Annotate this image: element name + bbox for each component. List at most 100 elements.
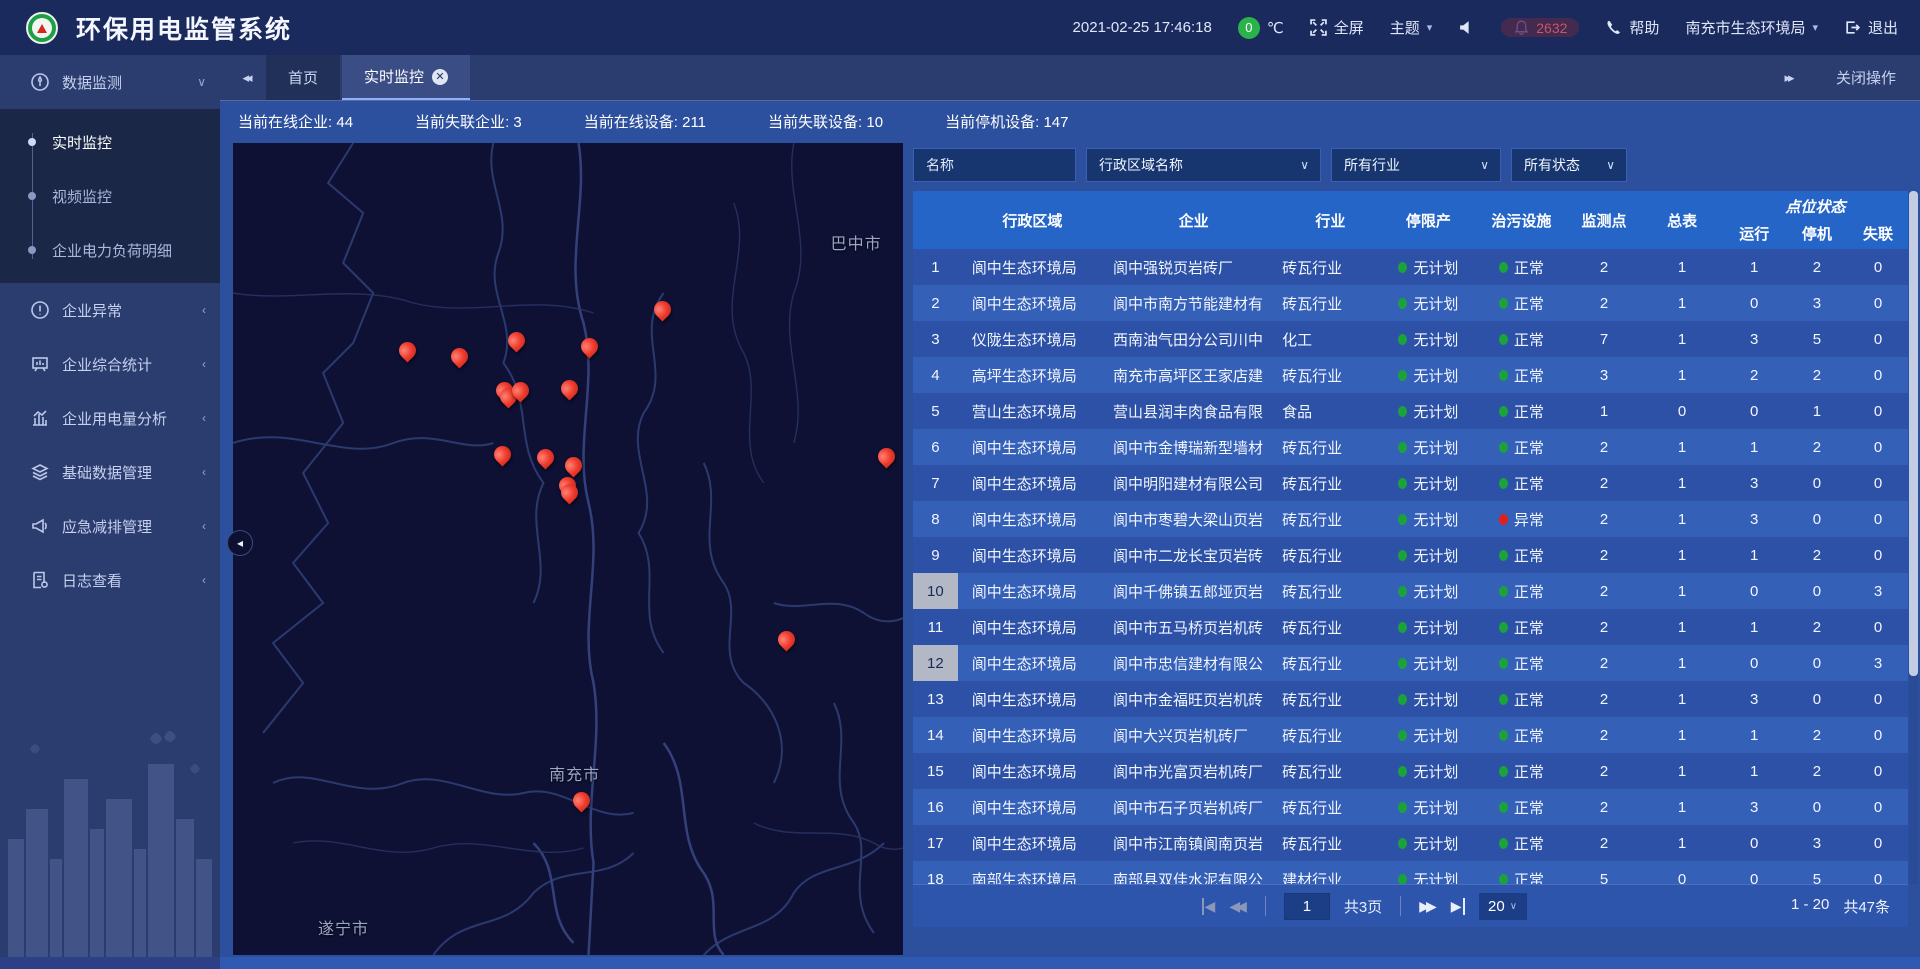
status-dot — [1398, 730, 1407, 741]
sidebar-item-enterprise-statistics[interactable]: 企业综合统计 ‹ — [0, 337, 220, 391]
row-monitor: 7 — [1567, 321, 1642, 357]
row-company: 阆中市二龙长宝页岩砖 — [1107, 537, 1280, 573]
table-row[interactable]: 11 阆中生态环境局 阆中市五马桥页岩机砖 砖瓦行业 无计划 正常 2 1 1 … — [913, 609, 1908, 645]
sidebar-item-enterprise-abnormal[interactable]: 企业异常 ‹ — [0, 283, 220, 337]
row-company: 阆中强锐页岩砖厂 — [1107, 249, 1280, 285]
table-scrollbar[interactable] — [1909, 191, 1918, 884]
status-dot — [1398, 478, 1407, 489]
first-page-button[interactable]: ◀ — [1202, 898, 1216, 915]
col-facility: 治污设施 — [1476, 191, 1567, 249]
row-total: 1 — [1641, 573, 1723, 609]
sidebar-item-video-monitoring[interactable]: 视频监控 — [0, 169, 220, 223]
table-row[interactable]: 6 阆中生态环境局 阆中市金博瑞新型墙材 砖瓦行业 无计划 正常 2 1 1 2… — [913, 429, 1908, 465]
name-filter-input[interactable] — [913, 148, 1076, 182]
table-row[interactable]: 4 高坪生态环境局 南充市高坪区王家店建 砖瓦行业 无计划 正常 3 1 2 2… — [913, 357, 1908, 393]
row-monitor: 2 — [1567, 465, 1642, 501]
chevron-left-icon: ‹ — [202, 465, 206, 479]
next-page-button[interactable]: ▶▶ — [1419, 898, 1437, 915]
sidebar-item-log-view[interactable]: 日志查看 ‹ — [0, 553, 220, 607]
chevron-left-icon: ‹ — [202, 519, 206, 533]
tab-home[interactable]: 首页 — [266, 55, 340, 100]
row-stop-limit: 无计划 — [1381, 645, 1477, 681]
sidebar-item-electricity-analysis[interactable]: 企业用电量分析 ‹ — [0, 391, 220, 445]
table-row[interactable]: 15 阆中生态环境局 阆中市光富页岩机砖厂 砖瓦行业 无计划 正常 2 1 1 … — [913, 753, 1908, 789]
status-dot — [1398, 442, 1407, 453]
table-row[interactable]: 9 阆中生态环境局 阆中市二龙长宝页岩砖 砖瓦行业 无计划 正常 2 1 1 2… — [913, 537, 1908, 573]
table-row[interactable]: 7 阆中生态环境局 阆中明阳建材有限公司 砖瓦行业 无计划 正常 2 1 3 0… — [913, 465, 1908, 501]
row-region: 阆中生态环境局 — [958, 609, 1107, 645]
map-city-label: 巴中市 — [831, 230, 882, 254]
status-dot — [1499, 730, 1508, 741]
row-index: 16 — [913, 789, 958, 825]
status-filter-select[interactable]: 所有状态 — [1511, 148, 1627, 182]
table-row[interactable]: 16 阆中生态环境局 阆中市石子页岩机砖厂 砖瓦行业 无计划 正常 2 1 3 … — [913, 789, 1908, 825]
theme-dropdown[interactable]: 主题▾ — [1390, 17, 1433, 38]
table-row[interactable]: 2 阆中生态环境局 阆中市南方节能建材有 砖瓦行业 无计划 正常 2 1 0 3… — [913, 285, 1908, 321]
row-index: 11 — [913, 609, 958, 645]
sidebar-item-basic-data[interactable]: 基础数据管理 ‹ — [0, 445, 220, 499]
col-run: 运行 — [1723, 218, 1786, 249]
row-run: 3 — [1723, 681, 1786, 717]
status-offline-devices: 当前失联设备: 10 — [768, 111, 883, 132]
prev-page-button[interactable]: ◀◀ — [1229, 898, 1247, 915]
logout-button[interactable]: 退出 — [1844, 17, 1898, 38]
region-filter-select[interactable]: 行政区域名称 — [1086, 148, 1321, 182]
page-number-input[interactable]: 1 — [1284, 893, 1330, 920]
bottom-scrollbar[interactable] — [220, 957, 1920, 969]
tabs-scroll-right-button[interactable]: ▸▸ — [1768, 70, 1808, 86]
stats-board-icon — [30, 354, 50, 374]
last-page-button[interactable]: ▶ — [1451, 898, 1465, 915]
row-stop-limit: 无计划 — [1381, 573, 1477, 609]
row-stop-limit: 无计划 — [1381, 357, 1477, 393]
row-index: 6 — [913, 429, 958, 465]
row-region: 阆中生态环境局 — [958, 789, 1107, 825]
table-row[interactable]: 13 阆中生态环境局 阆中市金福旺页岩机砖 砖瓦行业 无计划 正常 2 1 3 … — [913, 681, 1908, 717]
sidebar-item-emergency-reduction[interactable]: 应急减排管理 ‹ — [0, 499, 220, 553]
table-row[interactable]: 12 阆中生态环境局 阆中市忠信建材有限公 砖瓦行业 无计划 正常 2 1 0 … — [913, 645, 1908, 681]
scrollbar-thumb[interactable] — [1909, 191, 1918, 676]
tab-bar: ◂◂ 首页 实时监控 ✕ ▸▸ 关闭操作 — [220, 55, 1920, 101]
row-total: 1 — [1641, 321, 1723, 357]
caret-down-icon: ▾ — [1427, 21, 1433, 34]
table-row[interactable]: 10 阆中生态环境局 阆中千佛镇五郎垭页岩 砖瓦行业 无计划 正常 2 1 0 … — [913, 573, 1908, 609]
status-bar: 当前在线企业: 44 当前失联企业: 3 当前在线设备: 211 当前失联设备:… — [220, 101, 1920, 141]
row-lost: 0 — [1848, 717, 1908, 753]
row-facility: 正常 — [1476, 573, 1567, 609]
table-row[interactable]: 5 营山生态环境局 营山县润丰肉食品有限 食品 无计划 正常 1 0 0 1 0 — [913, 393, 1908, 429]
chevron-left-icon: ‹ — [202, 411, 206, 425]
table-row[interactable]: 17 阆中生态环境局 阆中市江南镇阆南页岩 砖瓦行业 无计划 正常 2 1 0 … — [913, 825, 1908, 861]
row-industry: 砖瓦行业 — [1280, 717, 1380, 753]
row-company: 阆中市光富页岩机砖厂 — [1107, 753, 1280, 789]
status-dot — [1499, 514, 1508, 525]
fullscreen-button[interactable]: 全屏 — [1310, 17, 1364, 38]
map-panel[interactable]: ◂ 巴中市南充市遂宁市 — [233, 143, 903, 955]
page-size-select[interactable]: 20∨ — [1479, 893, 1527, 920]
row-company: 阆中千佛镇五郎垭页岩 — [1107, 573, 1280, 609]
sound-button[interactable] — [1458, 19, 1475, 36]
table-row[interactable]: 1 阆中生态环境局 阆中强锐页岩砖厂 砖瓦行业 无计划 正常 2 1 1 2 0 — [913, 249, 1908, 285]
status-dot — [1398, 694, 1407, 705]
sidebar-submenu: 实时监控 视频监控 企业电力负荷明细 — [0, 109, 220, 283]
close-operations-button[interactable]: 关闭操作 — [1836, 67, 1896, 88]
status-stopped-devices: 当前停机设备: 147 — [945, 111, 1068, 132]
industry-filter-select[interactable]: 所有行业 — [1331, 148, 1501, 182]
total-pages-label: 共3页 — [1344, 896, 1382, 917]
tab-realtime-monitoring[interactable]: 实时监控 ✕ — [342, 55, 470, 100]
help-button[interactable]: 帮助 — [1605, 17, 1659, 38]
sidebar-item-data-monitoring[interactable]: 数据监测 ∨ — [0, 55, 220, 109]
notification-badge[interactable]: 2632 — [1501, 18, 1579, 37]
map-collapse-toggle[interactable]: ◂ — [227, 530, 253, 556]
sidebar-item-realtime-monitoring[interactable]: 实时监控 — [0, 115, 220, 169]
sidebar: 数据监测 ∨ 实时监控 视频监控 企业电力负荷明细 企业异常 ‹ 企业综合统计 … — [0, 55, 220, 969]
tab-close-icon[interactable]: ✕ — [432, 69, 448, 85]
table-row[interactable]: 3 仪陇生态环境局 西南油气田分公司川中 化工 无计划 正常 7 1 3 5 0 — [913, 321, 1908, 357]
tabs-scroll-left-button[interactable]: ◂◂ — [226, 55, 266, 100]
status-dot — [1499, 622, 1508, 633]
row-industry: 砖瓦行业 — [1280, 537, 1380, 573]
org-dropdown[interactable]: 南充市生态环境局▾ — [1685, 17, 1818, 38]
table-row[interactable]: 8 阆中生态环境局 阆中市枣碧大梁山页岩 砖瓦行业 无计划 异常 2 1 3 0… — [913, 501, 1908, 537]
status-dot — [1398, 406, 1407, 417]
row-facility: 正常 — [1476, 789, 1567, 825]
sidebar-item-power-load-detail[interactable]: 企业电力负荷明细 — [0, 223, 220, 277]
table-row[interactable]: 14 阆中生态环境局 阆中大兴页岩机砖厂 砖瓦行业 无计划 正常 2 1 1 2… — [913, 717, 1908, 753]
